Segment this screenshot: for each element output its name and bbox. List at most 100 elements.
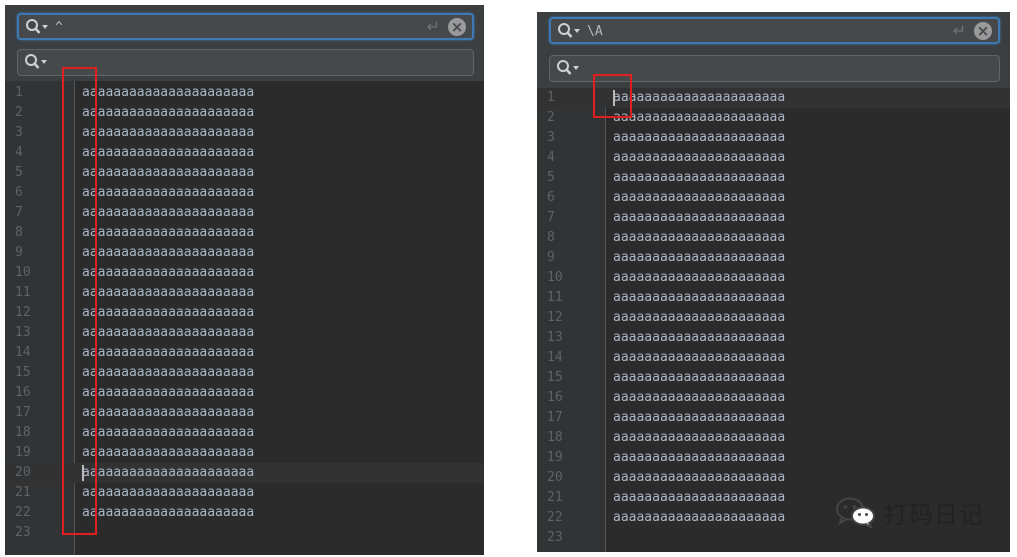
- line-number: 11: [15, 285, 31, 300]
- line-number: 10: [15, 265, 31, 280]
- code-line[interactable]: 13 aaaaaaaaaaaaaaaaaaaaaa: [537, 328, 1010, 348]
- code-text[interactable]: aaaaaaaaaaaaaaaaaaaaaa: [82, 423, 254, 443]
- line-number: 1: [15, 85, 23, 100]
- code-text[interactable]: aaaaaaaaaaaaaaaaaaaaaa: [82, 463, 254, 483]
- search-icon[interactable]: [25, 18, 51, 36]
- code-text[interactable]: aaaaaaaaaaaaaaaaaaaaaa: [82, 143, 254, 163]
- code-text[interactable]: aaaaaaaaaaaaaaaaaaaaaa: [613, 148, 785, 168]
- line-number: 22: [15, 505, 31, 520]
- code-text[interactable]: aaaaaaaaaaaaaaaaaaaaaa: [613, 108, 785, 128]
- code-text[interactable]: aaaaaaaaaaaaaaaaaaaaaa: [82, 323, 254, 343]
- line-number: 23: [547, 530, 563, 545]
- line-number: 1: [547, 90, 555, 105]
- code-text[interactable]: aaaaaaaaaaaaaaaaaaaaaa: [613, 228, 785, 248]
- highlight-box: [593, 74, 632, 118]
- code-line[interactable]: 19 aaaaaaaaaaaaaaaaaaaaaa: [537, 448, 1010, 468]
- code-text[interactable]: aaaaaaaaaaaaaaaaaaaaaa: [613, 268, 785, 288]
- code-line[interactable]: 11 aaaaaaaaaaaaaaaaaaaaaa: [537, 288, 1010, 308]
- code-text[interactable]: aaaaaaaaaaaaaaaaaaaaaa: [82, 443, 254, 463]
- code-text[interactable]: aaaaaaaaaaaaaaaaaaaaaa: [613, 328, 785, 348]
- code-editor[interactable]: 1 aaaaaaaaaaaaaaaaaaaaaa 2 aaaaaaaaaaaaaaaa…: [537, 88, 1010, 552]
- code-text[interactable]: aaaaaaaaaaaaaaaaaaaaaa: [613, 408, 785, 428]
- code-line[interactable]: 23: [537, 528, 1010, 548]
- line-number: 2: [15, 105, 23, 120]
- code-text[interactable]: aaaaaaaaaaaaaaaaaaaaaa: [613, 248, 785, 268]
- code-line[interactable]: 16 aaaaaaaaaaaaaaaaaaaaaa: [537, 388, 1010, 408]
- code-line[interactable]: 8 aaaaaaaaaaaaaaaaaaaaaa: [537, 228, 1010, 248]
- code-line[interactable]: 20 aaaaaaaaaaaaaaaaaaaaaa: [537, 468, 1010, 488]
- code-text[interactable]: aaaaaaaaaaaaaaaaaaaaaa: [82, 183, 254, 203]
- code-text[interactable]: aaaaaaaaaaaaaaaaaaaaaa: [613, 168, 785, 188]
- line-number: 6: [15, 185, 23, 200]
- code-line[interactable]: 12 aaaaaaaaaaaaaaaaaaaaaa: [537, 308, 1010, 328]
- line-number: 6: [547, 190, 555, 205]
- code-text[interactable]: aaaaaaaaaaaaaaaaaaaaaa: [82, 123, 254, 143]
- code-text[interactable]: aaaaaaaaaaaaaaaaaaaaaa: [613, 368, 785, 388]
- line-number: 13: [547, 330, 563, 345]
- code-text[interactable]: aaaaaaaaaaaaaaaaaaaaaa: [82, 363, 254, 383]
- wechat-icon: [836, 497, 875, 528]
- code-text[interactable]: aaaaaaaaaaaaaaaaaaaaaa: [613, 88, 785, 108]
- code-line[interactable]: 6 aaaaaaaaaaaaaaaaaaaaaa: [537, 188, 1010, 208]
- search-input[interactable]: \A: [587, 24, 603, 39]
- code-text[interactable]: aaaaaaaaaaaaaaaaaaaaaa: [613, 508, 785, 528]
- search-field[interactable]: \A ↵ ×: [549, 17, 1000, 44]
- code-line[interactable]: 15 aaaaaaaaaaaaaaaaaaaaaa: [537, 368, 1010, 388]
- code-line[interactable]: 4 aaaaaaaaaaaaaaaaaaaaaa: [537, 148, 1010, 168]
- code-text[interactable]: aaaaaaaaaaaaaaaaaaaaaa: [613, 308, 785, 328]
- code-text[interactable]: aaaaaaaaaaaaaaaaaaaaaa: [82, 503, 254, 523]
- code-text[interactable]: aaaaaaaaaaaaaaaaaaaaaa: [82, 383, 254, 403]
- line-number: 19: [547, 450, 563, 465]
- code-text[interactable]: aaaaaaaaaaaaaaaaaaaaaa: [82, 483, 254, 503]
- code-text[interactable]: aaaaaaaaaaaaaaaaaaaaaa: [82, 303, 254, 323]
- code-text[interactable]: aaaaaaaaaaaaaaaaaaaaaa: [613, 468, 785, 488]
- code-line[interactable]: 18 aaaaaaaaaaaaaaaaaaaaaa: [537, 428, 1010, 448]
- code-text[interactable]: aaaaaaaaaaaaaaaaaaaaaa: [613, 288, 785, 308]
- code-line[interactable]: 10 aaaaaaaaaaaaaaaaaaaaaa: [537, 268, 1010, 288]
- code-text[interactable]: aaaaaaaaaaaaaaaaaaaaaa: [82, 83, 254, 103]
- enter-icon[interactable]: ↵: [953, 21, 966, 41]
- code-line[interactable]: 7 aaaaaaaaaaaaaaaaaaaaaa: [537, 208, 1010, 228]
- code-line[interactable]: 5 aaaaaaaaaaaaaaaaaaaaaa: [537, 168, 1010, 188]
- search-icon[interactable]: [556, 59, 582, 77]
- code-line[interactable]: 14 aaaaaaaaaaaaaaaaaaaaaa: [537, 348, 1010, 368]
- code-text[interactable]: aaaaaaaaaaaaaaaaaaaaaa: [82, 163, 254, 183]
- line-number: 21: [547, 490, 563, 505]
- code-text[interactable]: aaaaaaaaaaaaaaaaaaaaaa: [613, 388, 785, 408]
- search-input[interactable]: ^: [55, 20, 63, 35]
- line-number: 13: [15, 325, 31, 340]
- clear-icon[interactable]: ×: [448, 18, 466, 36]
- code-text[interactable]: aaaaaaaaaaaaaaaaaaaaaa: [613, 348, 785, 368]
- code-line[interactable]: 3 aaaaaaaaaaaaaaaaaaaaaa: [537, 128, 1010, 148]
- code-line[interactable]: 17 aaaaaaaaaaaaaaaaaaaaaa: [537, 408, 1010, 428]
- code-text[interactable]: aaaaaaaaaaaaaaaaaaaaaa: [613, 488, 785, 508]
- code-text[interactable]: aaaaaaaaaaaaaaaaaaaaaa: [82, 343, 254, 363]
- line-number: 12: [547, 310, 563, 325]
- code-text[interactable]: aaaaaaaaaaaaaaaaaaaaaa: [82, 243, 254, 263]
- code-text[interactable]: aaaaaaaaaaaaaaaaaaaaaa: [82, 283, 254, 303]
- code-text[interactable]: aaaaaaaaaaaaaaaaaaaaaa: [82, 403, 254, 423]
- code-text[interactable]: aaaaaaaaaaaaaaaaaaaaaa: [613, 128, 785, 148]
- line-number: 8: [15, 225, 23, 240]
- line-number: 11: [547, 290, 563, 305]
- search-icon[interactable]: [557, 22, 583, 40]
- code-text[interactable]: aaaaaaaaaaaaaaaaaaaaaa: [82, 103, 254, 123]
- code-text[interactable]: aaaaaaaaaaaaaaaaaaaaaa: [82, 263, 254, 283]
- search-field[interactable]: ^ ↵ ×: [17, 13, 474, 40]
- code-text[interactable]: aaaaaaaaaaaaaaaaaaaaaa: [82, 203, 254, 223]
- code-text[interactable]: aaaaaaaaaaaaaaaaaaaaaa: [613, 188, 785, 208]
- line-number: 21: [15, 485, 31, 500]
- code-text[interactable]: aaaaaaaaaaaaaaaaaaaaaa: [613, 428, 785, 448]
- line-number: 2: [547, 110, 555, 125]
- search-icon[interactable]: [24, 53, 50, 71]
- line-number: 14: [15, 345, 31, 360]
- line-number: 18: [15, 425, 31, 440]
- code-text[interactable]: aaaaaaaaaaaaaaaaaaaaaa: [82, 223, 254, 243]
- enter-icon[interactable]: ↵: [427, 17, 440, 37]
- clear-icon[interactable]: ×: [974, 22, 992, 40]
- code-line[interactable]: 9 aaaaaaaaaaaaaaaaaaaaaa: [537, 248, 1010, 268]
- line-number: 20: [547, 470, 563, 485]
- line-number: 9: [547, 250, 555, 265]
- code-text[interactable]: aaaaaaaaaaaaaaaaaaaaaa: [613, 448, 785, 468]
- code-text[interactable]: aaaaaaaaaaaaaaaaaaaaaa: [613, 208, 785, 228]
